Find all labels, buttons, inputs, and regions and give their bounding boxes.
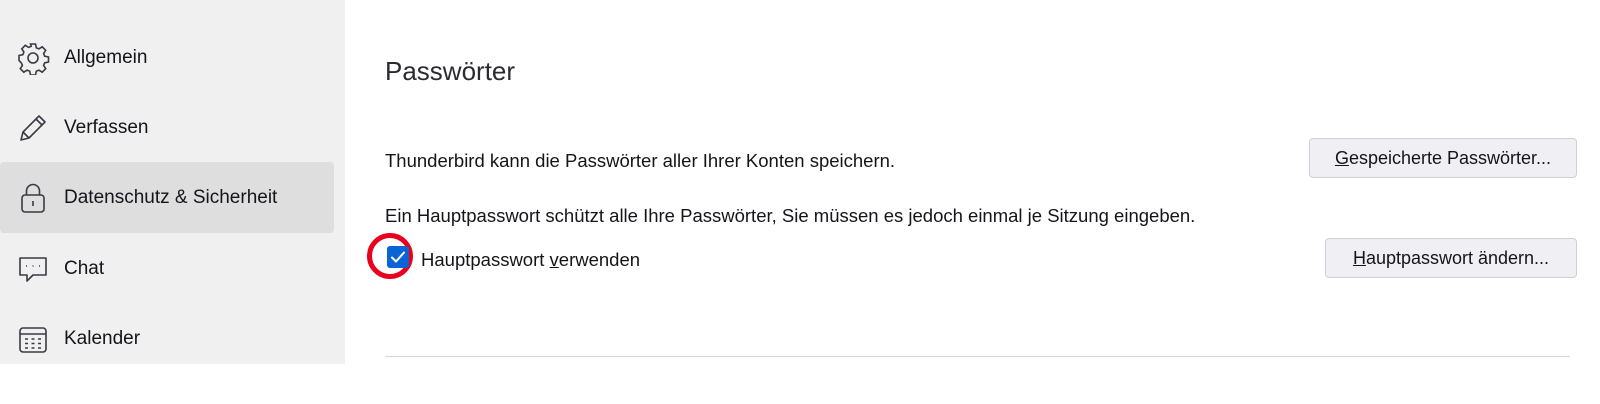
section-title: Passwörter	[385, 56, 516, 86]
label-part: erwenden	[558, 249, 641, 270]
sidebar-item-verfassen[interactable]: Verfassen	[0, 92, 334, 163]
accesskey: v	[549, 249, 559, 270]
use-master-password-checkbox[interactable]	[387, 246, 409, 268]
saved-passwords-description: Thunderbird kann die Passwörter aller Ih…	[385, 150, 896, 171]
chat-icon	[16, 252, 50, 286]
sidebar: Allgemein Verfassen Datenschutz & Sicher…	[0, 0, 345, 364]
sidebar-item-label: Kalender	[64, 327, 141, 349]
calendar-icon	[16, 322, 50, 356]
change-master-password-button[interactable]: Hauptpasswort ändern...	[1325, 238, 1577, 278]
sidebar-item-kalender[interactable]: Kalender	[0, 303, 334, 374]
checkmark-icon	[391, 251, 405, 263]
sidebar-item-label: Chat	[64, 257, 105, 279]
button-label: auptpasswort ändern...	[1365, 247, 1550, 268]
sidebar-item-chat[interactable]: Chat	[0, 233, 334, 304]
sidebar-item-datenschutz[interactable]: Datenschutz & Sicherheit	[0, 162, 334, 233]
saved-passwords-button[interactable]: Gespeicherte Passwörter...	[1309, 138, 1577, 178]
section-divider	[385, 356, 1570, 357]
passwords-section: Passwörter Thunderbird kann die Passwört…	[367, 0, 1577, 404]
label-part: Hauptpasswort	[421, 249, 550, 270]
sidebar-item-label: Verfassen	[64, 116, 149, 138]
button-label: espeicherte Passwörter...	[1348, 147, 1552, 168]
sidebar-item-label: Datenschutz & Sicherheit	[64, 186, 278, 208]
master-password-description: Ein Hauptpasswort schützt alle Ihre Pass…	[385, 205, 1196, 226]
use-master-password-label[interactable]: Hauptpasswort verwenden	[421, 249, 640, 271]
sidebar-item-label: Allgemein	[64, 46, 148, 68]
accesskey: H	[1352, 247, 1366, 268]
pencil-icon	[16, 111, 50, 145]
sidebar-item-allgemein[interactable]: Allgemein	[0, 22, 334, 93]
gear-icon	[16, 41, 50, 75]
accesskey: G	[1334, 147, 1349, 168]
lock-icon	[16, 181, 50, 215]
